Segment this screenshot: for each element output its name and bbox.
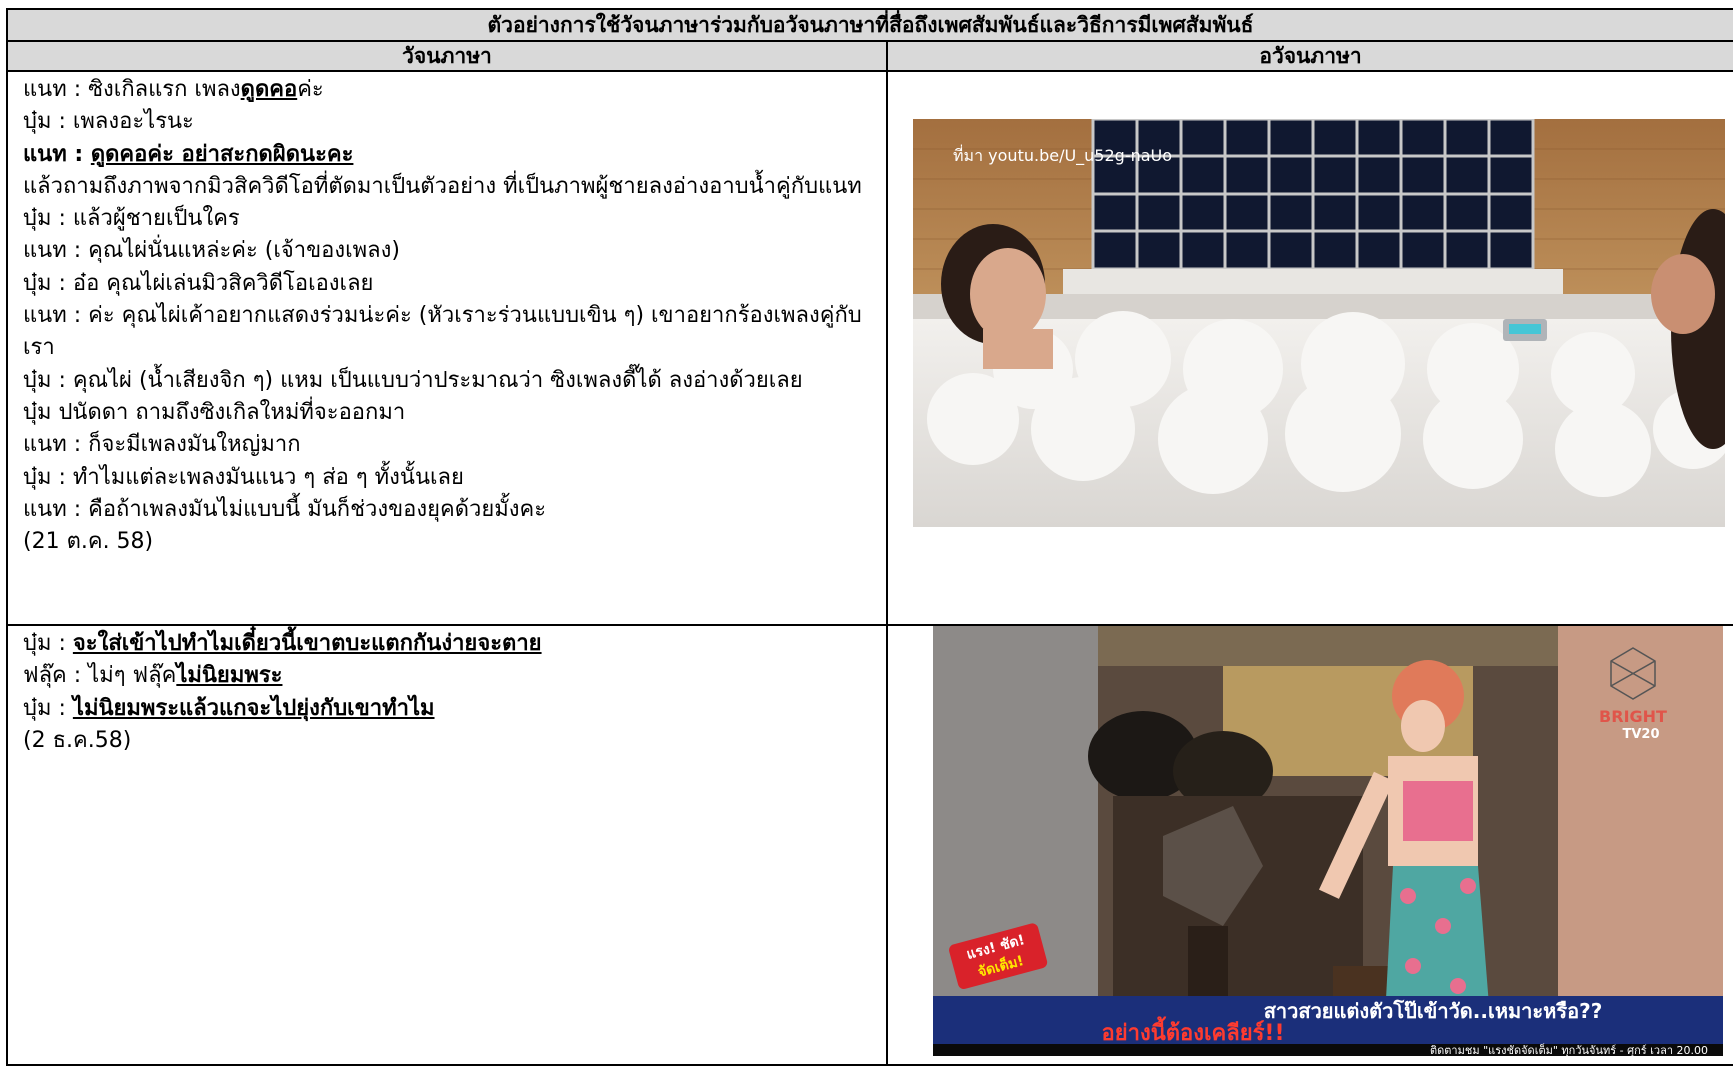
bath-scene-illustration: ที่มา youtu.be/U_u52g-naUo: [913, 119, 1725, 527]
dialogue-line: บุ๋ม : คุณไผ่ (น้ำเสียงจิก ๆ) แหม เป็นแบ…: [23, 367, 803, 393]
dialogue-line: ฟลุ๊ค : ไม่ๆ ฟลุ๊คไม่นิยมพระ: [23, 663, 283, 689]
temple-scene-image: BRIGHT TV20 แรง! ชัด! จัดเต็ม! สาวสวยแต่…: [933, 626, 1723, 1056]
dialogue-line: บุ๋ม : ทำไมแต่ละเพลงมันแนว ๆ ส่อ ๆ ทั้งน…: [23, 464, 464, 490]
dialogue-line: บุ๋ม : จะใส่เข้าไปทำไมเดี๋ยวนี้เขาตบะแตก…: [23, 631, 542, 656]
channel-number: TV20: [1622, 727, 1659, 742]
dialogue-line: แนท : ดูดคอค่ะ อย่าสะกดผิดนะคะ: [23, 141, 354, 167]
row2-dialogue: บุ๋ม : จะใส่เข้าไปทำไมเดี๋ยวนี้เขาตบะแตก…: [6, 624, 888, 1066]
dialogue-line: แนท : ค่ะ คุณไผ่เค้าอยากแสดงร่วมน่ะค่ะ (…: [23, 303, 862, 361]
news-ticker: ติดตามชม "แรงชัดจัดเต็ม" ทุกวันจันทร์ - …: [1430, 1043, 1708, 1056]
dialogue-line: บุ๋ม ปนัดดา ถามถึงซิงเกิลใหม่ที่จะออกมา: [23, 399, 406, 425]
dialogue-line: แนท : คือถ้าเพลงมันไม่แบบนี้ มันก็ช่วงขอ…: [23, 496, 547, 522]
dialogue-line: แนท : ก็จะมีเพลงมันใหญ่มาก: [23, 432, 301, 458]
channel-logo-text: BRIGHT: [1599, 707, 1667, 726]
row1-image-cell: ที่มา youtu.be/U_u52g-naUo: [885, 70, 1733, 626]
image-source-caption: ที่มา youtu.be/U_u52g-naUo: [953, 144, 1172, 166]
dialogue-date: (21 ต.ค. 58): [23, 529, 154, 555]
dialogue-line: บุ๋ม : แล้วผู้ชายเป็นใคร: [23, 206, 240, 232]
table-title: ตัวอย่างการใช้วัจนภาษาร่วมกับอวัจนภาษาที…: [5, 8, 1733, 42]
dialogue-line: แนท : ซิงเกิลแรก เพลงดูดคอค่ะ: [23, 77, 324, 102]
row2-image-cell: BRIGHT TV20 แรง! ชัด! จัดเต็ม! สาวสวยแต่…: [885, 624, 1733, 1066]
dialogue-line: บุ๋ม : อ๋อ คุณไผ่เล่นมิวสิควิดีโอเองเลย: [23, 270, 374, 296]
dialogue-line: แนท : คุณไผ่นั่นแหล่ะค่ะ (เจ้าของเพลง): [23, 238, 400, 264]
news-caption-main: อย่างนี้ต้องเคลียร์!!: [1102, 1016, 1285, 1046]
row1-dialogue: แนท : ซิงเกิลแรก เพลงดูดคอค่ะ บุ๋ม : เพล…: [6, 70, 888, 626]
dialogue-line: บุ๋ม : ไม่นิยมพระแล้วแกจะไปยุ่งกับเขาทำไ…: [23, 695, 435, 721]
bath-scene-image: ที่มา youtu.be/U_u52g-naUo: [913, 119, 1725, 527]
news-caption-top: สาวสวยแต่งตัวโป๊เข้าวัด..เหมาะหรือ??: [1264, 999, 1603, 1023]
dialogue-line: แล้วถามถึงภาพจากมิวสิควิดีโอที่ตัดมาเป็น…: [23, 173, 862, 199]
dialogue-date: (2 ธ.ค.58): [23, 727, 132, 753]
dialogue-line: บุ๋ม : เพลงอะไรนะ: [23, 109, 194, 135]
document-table: ตัวอย่างการใช้วัจนภาษาร่วมกับอวัจนภาษาที…: [5, 8, 1733, 1066]
temple-scene-illustration: BRIGHT TV20 แรง! ชัด! จัดเต็ม! สาวสวยแต่…: [933, 626, 1723, 1056]
column-header-nonverbal: อวัจนภาษา: [885, 40, 1733, 72]
column-header-verbal: วัจนภาษา: [6, 40, 888, 72]
